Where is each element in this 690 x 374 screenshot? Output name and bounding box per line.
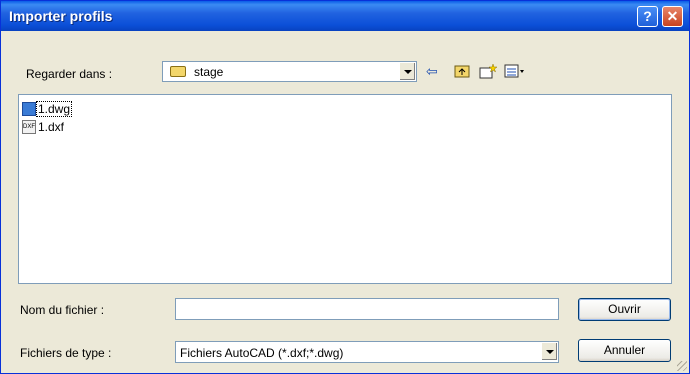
look-in-value: stage: [194, 65, 224, 79]
look-in-label: Regarder dans :: [26, 67, 113, 81]
filename-label: Nom du fichier :: [20, 303, 105, 317]
back-arrow-icon[interactable]: ⇦: [426, 63, 438, 79]
chevron-down-icon[interactable]: [399, 63, 415, 80]
folder-icon: [170, 66, 186, 77]
view-menu-icon[interactable]: [504, 63, 526, 82]
chevron-down-icon[interactable]: [541, 343, 557, 360]
dialog-title: Importer profils: [9, 8, 113, 24]
file-name: 1.dxf: [38, 120, 65, 134]
dwg-file-icon: [22, 102, 36, 116]
up-one-level-icon[interactable]: [454, 63, 470, 82]
look-in-dropdown[interactable]: stage: [162, 61, 417, 82]
title-bar[interactable]: Importer profils ? ✕: [1, 1, 689, 31]
import-profiles-dialog: Importer profils ? ✕ Regarder dans : sta…: [0, 0, 690, 374]
file-name: 1.dwg: [35, 101, 73, 117]
file-list[interactable]: 1.dwg DXF 1.dxf: [18, 94, 672, 284]
cancel-button[interactable]: Annuler: [578, 339, 671, 362]
filetype-value: Fichiers AutoCAD (*.dxf;*.dwg): [180, 346, 344, 360]
resize-grip[interactable]: [677, 361, 687, 371]
filetype-dropdown[interactable]: Fichiers AutoCAD (*.dxf;*.dwg): [175, 341, 559, 363]
filetype-label: Fichiers de type :: [20, 346, 112, 360]
dxf-file-icon: DXF: [22, 120, 36, 134]
new-folder-icon[interactable]: [479, 63, 498, 82]
filename-input[interactable]: [175, 298, 559, 320]
close-button[interactable]: ✕: [662, 6, 683, 27]
help-button[interactable]: ?: [637, 6, 658, 27]
open-button[interactable]: Ouvrir: [578, 298, 671, 321]
